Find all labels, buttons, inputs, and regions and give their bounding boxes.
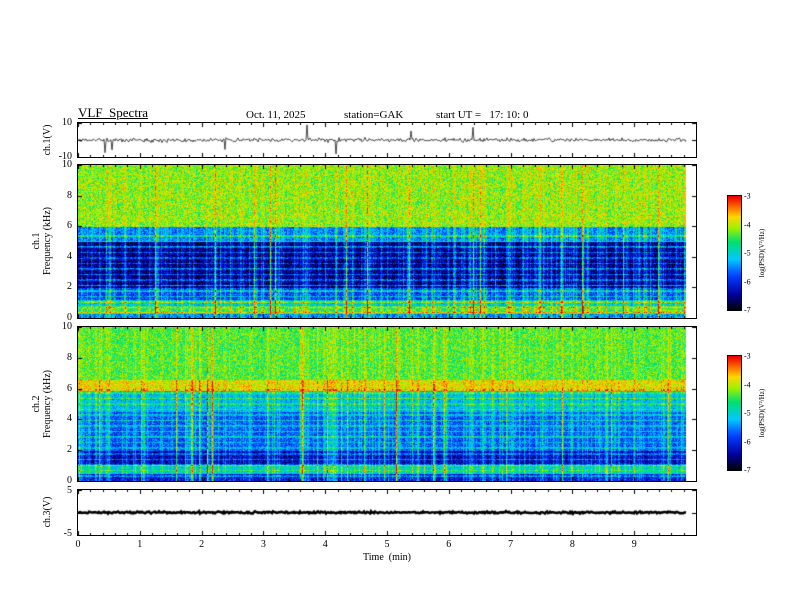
station-label: station=GAK bbox=[344, 109, 404, 121]
vlf-spectra-figure: VLF Spectra Oct. 11, 2025 station=GAK st… bbox=[0, 0, 792, 612]
colorbar-tick-label: -3 bbox=[744, 351, 751, 361]
ch2-colorbar bbox=[727, 355, 742, 471]
ch1-colorbar-label: log(PSD)(V²/Hz) bbox=[758, 228, 766, 278]
ch3-waveform-canvas bbox=[78, 490, 696, 535]
ch2-colorbar-label: log(PSD)(V²/Hz) bbox=[758, 388, 766, 438]
colorbar-tick-label: -7 bbox=[744, 305, 751, 315]
x-tick-label: 6 bbox=[446, 539, 452, 550]
x-tick-label: 8 bbox=[569, 539, 575, 550]
ch2-colorbar-canvas bbox=[728, 356, 741, 470]
ch2-freq-axis-label: ch.2 Frequency (kHz) bbox=[31, 334, 53, 474]
x-tick-label: 2 bbox=[199, 539, 205, 550]
ch1-waveform-panel bbox=[77, 122, 697, 158]
ch1-spectrogram-panel bbox=[77, 164, 697, 319]
ch1-freq-axis-label-line2: Frequency (kHz) bbox=[42, 206, 53, 276]
figure-title: VLF Spectra bbox=[78, 105, 149, 120]
ch2-spectrogram-panel bbox=[77, 326, 697, 482]
start-ut-label: start UT = 17: 10: 0 bbox=[436, 109, 529, 121]
colorbar-tick-label: -7 bbox=[744, 465, 751, 475]
ch3-volt-axis-label: ch.3(V) bbox=[42, 496, 53, 528]
figure-date: Oct. 11, 2025 bbox=[246, 109, 306, 121]
ch2-freq-axis-label-line2: Frequency (kHz) bbox=[42, 369, 53, 439]
ch1-freq-axis-label-line1: ch.1 bbox=[31, 232, 42, 250]
colorbar-tick-label: -3 bbox=[744, 191, 751, 201]
ch2-freq-axis-label-line1: ch.2 bbox=[31, 395, 42, 413]
x-tick-label: 1 bbox=[137, 539, 143, 550]
y-tick-label: 10 bbox=[62, 320, 72, 332]
x-tick-label: 7 bbox=[508, 539, 514, 550]
ch1-spectrogram-canvas bbox=[78, 165, 696, 318]
ch3-waveform-panel bbox=[77, 489, 697, 536]
x-tick-label: 3 bbox=[260, 539, 266, 550]
ch1-colorbar bbox=[727, 195, 742, 311]
x-tick-label: 5 bbox=[384, 539, 390, 550]
ch1-freq-axis-label: ch.1 Frequency (kHz) bbox=[31, 171, 53, 311]
x-tick-label: 4 bbox=[322, 539, 328, 550]
ch1-waveform-canvas bbox=[78, 123, 696, 157]
x-tick-label: 0 bbox=[75, 539, 81, 550]
ch1-colorbar-canvas bbox=[728, 196, 741, 310]
ch2-spectrogram-canvas bbox=[78, 327, 696, 481]
y-tick-label: 10 bbox=[62, 158, 72, 170]
time-axis-label: Time (min) bbox=[363, 552, 411, 563]
x-tick-label: 9 bbox=[631, 539, 637, 550]
